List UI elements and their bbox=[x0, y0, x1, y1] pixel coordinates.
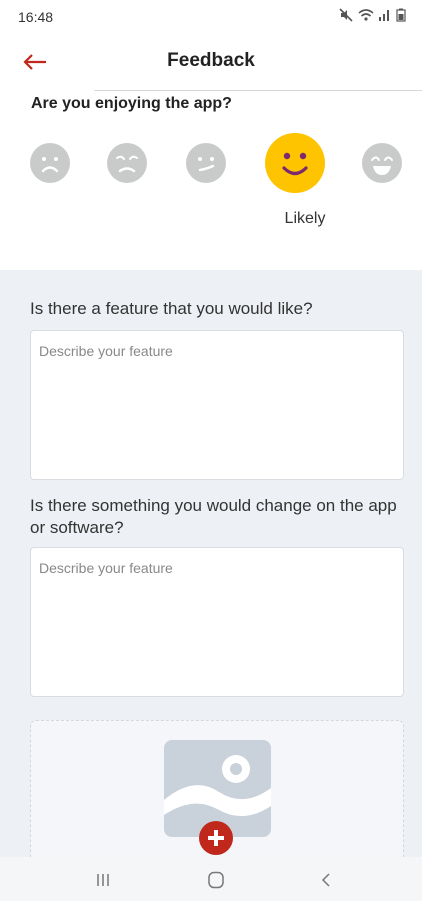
signal-icon bbox=[378, 8, 392, 22]
app-header: Feedback bbox=[0, 36, 422, 91]
home-icon[interactable] bbox=[196, 867, 236, 893]
status-icons bbox=[338, 8, 406, 22]
status-bar: 16:48 bbox=[0, 0, 422, 36]
mute-icon bbox=[338, 8, 354, 22]
wifi-icon bbox=[358, 8, 374, 22]
recent-apps-icon[interactable] bbox=[83, 867, 123, 893]
change-input[interactable] bbox=[31, 548, 403, 696]
neutral-face-icon[interactable] bbox=[186, 143, 226, 183]
feature-input[interactable] bbox=[31, 331, 403, 479]
feature-question: Is there a feature that you would like? bbox=[30, 299, 313, 318]
very-sad-face-icon[interactable] bbox=[30, 143, 70, 183]
add-photo-icon[interactable] bbox=[199, 821, 233, 855]
very-happy-face-icon[interactable] bbox=[362, 143, 402, 183]
selected-rating-label: Likely bbox=[284, 210, 326, 227]
rating-question: Are you enjoying the app? bbox=[31, 95, 232, 112]
header-divider bbox=[94, 90, 422, 91]
system-nav-bar bbox=[0, 857, 422, 901]
battery-icon bbox=[396, 8, 406, 22]
change-textbox[interactable] bbox=[30, 547, 404, 697]
back-icon[interactable] bbox=[306, 867, 346, 893]
feature-textbox[interactable] bbox=[30, 330, 404, 480]
page-title: Feedback bbox=[167, 50, 255, 71]
rating-faces bbox=[0, 133, 422, 193]
status-time: 16:48 bbox=[18, 9, 54, 25]
likely-face-icon[interactable] bbox=[265, 133, 325, 193]
change-question: Is there something you would change on t… bbox=[30, 496, 397, 537]
sad-face-icon[interactable] bbox=[107, 143, 147, 183]
